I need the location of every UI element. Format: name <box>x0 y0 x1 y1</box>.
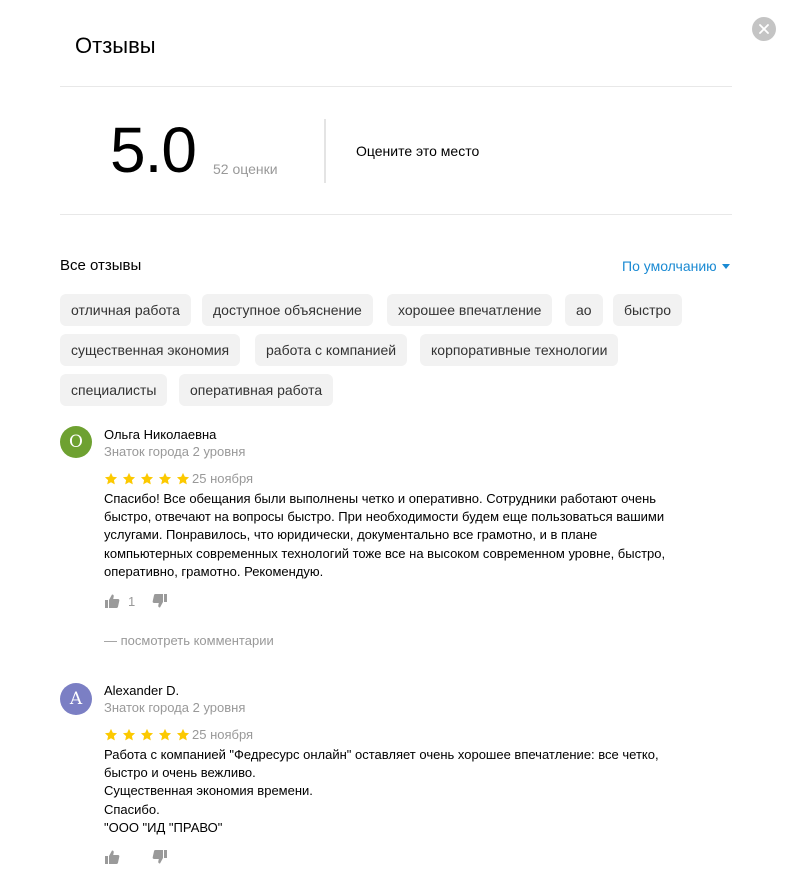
page-title: Отзывы <box>75 33 156 58</box>
star-icon <box>176 472 190 485</box>
avatar[interactable]: A <box>60 683 92 715</box>
thumbs-up-icon <box>105 594 120 608</box>
rate-place-label: Оцените это место <box>356 143 480 159</box>
divider-top <box>60 86 732 87</box>
tag-chip[interactable]: корпоративные технологии <box>420 334 619 366</box>
review-date: 25 ноября <box>192 727 254 742</box>
dislike-button[interactable] <box>152 849 168 865</box>
votes-count: 52 оценки <box>213 161 278 177</box>
review-text: Работа с компанией "Федресурс онлайн" ос… <box>104 746 724 837</box>
vertical-divider <box>324 119 326 183</box>
review-text-line: Существенная экономия времени. <box>104 783 313 799</box>
tag-chip[interactable]: доступное объяснение <box>202 294 373 326</box>
review-text-line: компьютерных современных технологий тоже… <box>104 545 666 561</box>
divider-middle <box>60 214 732 215</box>
review-date: 25 ноября <box>192 471 254 486</box>
dislike-button[interactable] <box>152 593 168 609</box>
review-rating-stars <box>104 472 190 486</box>
star-icon <box>104 472 118 485</box>
all-reviews-heading: Все отзывы <box>60 257 142 274</box>
review-author[interactable]: Alexander D. <box>104 683 179 698</box>
review-author[interactable]: Ольга Николаевна <box>104 427 216 442</box>
tag-chip[interactable]: хорошее впечатление <box>387 294 553 326</box>
star-icon <box>140 728 154 741</box>
review-text-line: Спасибо! Все обещания были выполнены чет… <box>104 491 657 506</box>
thumbs-up-icon <box>105 850 120 864</box>
like-button[interactable] <box>104 849 120 865</box>
tag-chip[interactable]: ао <box>565 294 603 326</box>
star-icon <box>122 728 136 741</box>
star-icon <box>158 728 172 741</box>
tag-chip[interactable]: специалисты <box>60 374 168 406</box>
review-text-line: быстро и очень вежливо. <box>104 765 256 781</box>
star-icon <box>176 728 190 741</box>
review-text-line: Работа с компанией "Федресурс онлайн" ос… <box>104 747 659 762</box>
star-icon <box>122 472 136 485</box>
sort-dropdown[interactable]: По умолчанию <box>622 258 730 274</box>
tag-chip[interactable]: отличная работа <box>60 294 191 326</box>
review-text-line: "ООО "ИД "ПРАВО" <box>104 819 223 835</box>
close-icon <box>759 24 769 34</box>
tag-chip[interactable]: оперативная работа <box>179 374 334 406</box>
like-button[interactable]: 1 <box>104 593 135 609</box>
review-text-line: быстро, отвечают на вопросы быстро. При … <box>104 509 665 525</box>
sort-label: По умолчанию <box>622 258 717 274</box>
review-text-line: Спасибо. <box>104 801 160 817</box>
review-author-level: Знаток города 2 уровня <box>104 444 246 459</box>
review-text-line: оперативно, грамотно. Рекомендую. <box>104 563 324 579</box>
close-button[interactable] <box>752 17 776 41</box>
average-rating: 5.0 <box>110 114 197 186</box>
review-text: Спасибо! Все обещания были выполнены чет… <box>104 490 724 581</box>
star-icon <box>158 472 172 485</box>
like-count: 1 <box>128 593 136 609</box>
review-text-line: услугами. Понравилось, что юридически, д… <box>104 527 598 543</box>
tag-chip[interactable]: быстро <box>613 294 683 326</box>
star-icon <box>140 472 154 485</box>
view-comments-link[interactable]: — посмотреть комментарии <box>104 633 274 648</box>
avatar[interactable]: О <box>60 426 92 458</box>
thumbs-down-icon <box>152 850 167 864</box>
thumbs-down-icon <box>152 594 167 608</box>
tag-chip[interactable]: работа с компанией <box>255 334 408 366</box>
review-author-level: Знаток города 2 уровня <box>104 700 246 715</box>
star-icon <box>104 728 118 741</box>
tag-chip[interactable]: существенная экономия <box>60 334 241 366</box>
review-rating-stars <box>104 728 190 742</box>
caret-down-icon <box>721 263 730 269</box>
